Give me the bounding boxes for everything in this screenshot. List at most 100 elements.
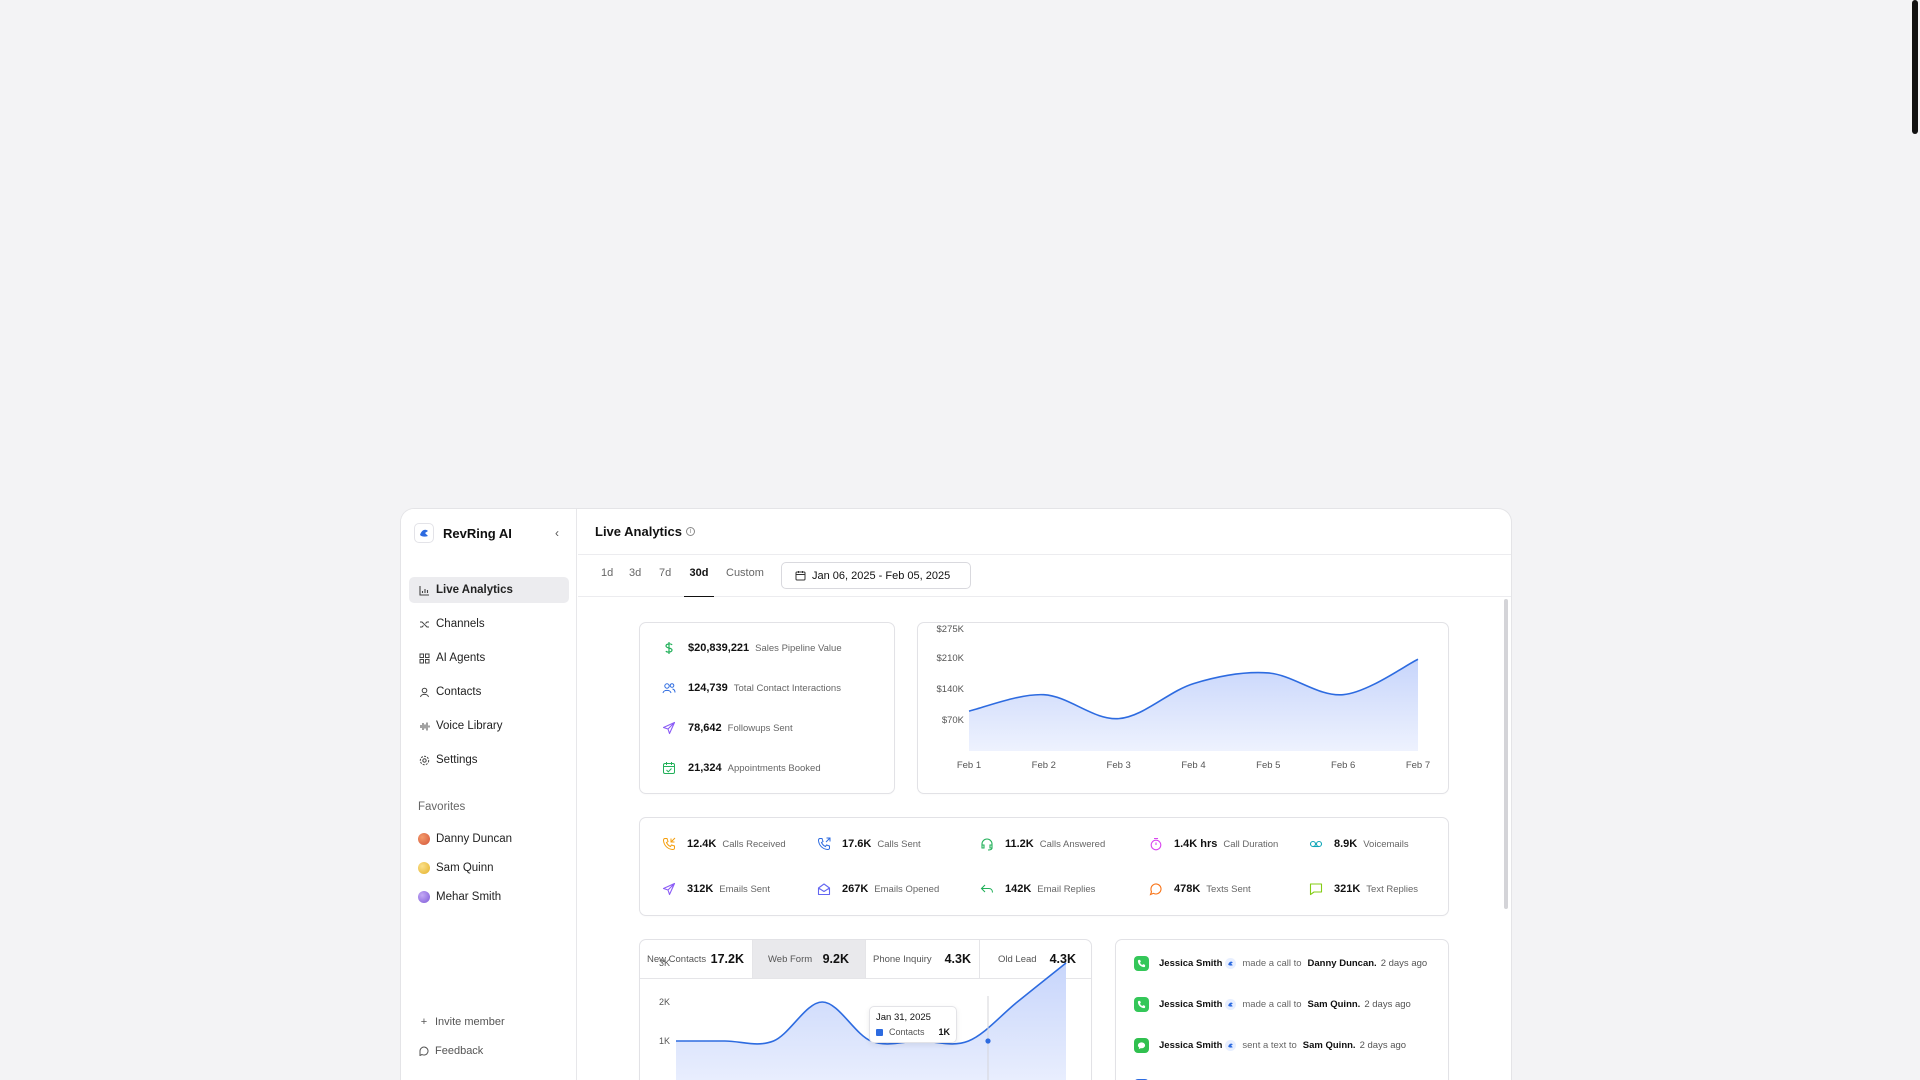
range-tab-1d[interactable]: 1d: [601, 567, 613, 597]
phone-outgoing-icon: [816, 836, 832, 852]
activity-item[interactable]: Jessica Smith sent a text to Sam Quinn. …: [1134, 1036, 1406, 1054]
metric-label: Emails Opened: [874, 883, 940, 895]
kpi-value: 124,739: [688, 682, 728, 694]
sidebar-item-voice-library[interactable]: Voice Library: [409, 713, 569, 739]
range-tab-custom[interactable]: Custom: [726, 567, 764, 597]
range-tab-3d[interactable]: 3d: [629, 567, 641, 597]
chat-bubble-icon: [1148, 881, 1164, 897]
hover-point: [985, 1038, 991, 1044]
chart-tooltip: Jan 31, 2025 Contacts 1K: [869, 1006, 957, 1043]
metric-item: 478K Texts Sent: [1148, 881, 1251, 897]
brand-name: RevRing AI: [443, 525, 512, 541]
content-scrollbar[interactable]: [1504, 599, 1508, 909]
brand-logo-icon: [1225, 1039, 1237, 1051]
sidebar-item-label: AI Agents: [436, 652, 486, 664]
activity-target: Danny Duncan.: [1307, 957, 1377, 969]
info-icon[interactable]: i: [685, 527, 695, 536]
sidebar-nav: Live Analytics Channels AI Agents Contac…: [409, 577, 569, 781]
metric-item: 11.2K Calls Answered: [979, 836, 1105, 852]
kpi-label: Appointments Booked: [727, 762, 821, 774]
sidebar-item-live-analytics[interactable]: Live Analytics: [409, 577, 569, 603]
sidebar-item-label: Voice Library: [436, 720, 503, 732]
metric-item: 142K Email Replies: [979, 881, 1095, 897]
pipeline-area-chart: $70K $140K $210K $275K Feb 1 Feb 2 Feb 3 Feb 4 F…: [937, 624, 1431, 771]
favorite-item[interactable]: Danny Duncan: [418, 829, 512, 849]
activity-item[interactable]: Jessica Smith made a call to Danny Dunca…: [1134, 954, 1427, 972]
feedback-label: Feedback: [435, 1045, 484, 1057]
gear-icon: [418, 754, 430, 766]
kpi-card: $20,839,221 Sales Pipeline Value 124,739…: [639, 622, 895, 794]
brand-logo-icon: [1225, 998, 1237, 1010]
main-panel: Live Analytics i 1d 3d 7d 30d Custom Jan…: [578, 509, 1511, 1080]
actor-name: Jessica Smith: [1159, 957, 1223, 969]
date-range-label: Jan 06, 2025 - Feb 05, 2025: [812, 569, 951, 582]
y-tick-label: $70K: [942, 715, 965, 726]
date-range-picker[interactable]: Jan 06, 2025 - Feb 05, 2025: [781, 562, 971, 589]
plus-icon: +: [420, 1016, 428, 1028]
range-tab-7d[interactable]: 7d: [659, 567, 671, 597]
brand: RevRing AI ‹: [414, 523, 564, 543]
reply-icon: [979, 881, 995, 897]
sidebar-item-label: Settings: [436, 754, 478, 766]
brand-logo-icon: [414, 523, 434, 543]
y-tick-label: 3K: [659, 958, 670, 968]
kpi-row: 124,739 Total Contact Interactions: [661, 680, 841, 696]
area-fill: [969, 659, 1418, 751]
metric-item: 1.4K hrs Call Duration: [1148, 836, 1278, 852]
x-tick-label: Feb 4: [1181, 760, 1205, 771]
metric-value: 321K: [1334, 883, 1361, 895]
metric-item: 321K Text Replies: [1308, 881, 1418, 897]
x-tick-label: Feb 3: [1107, 760, 1131, 771]
sidebar-item-channels[interactable]: Channels: [409, 611, 569, 637]
metric-item: 17.6K Calls Sent: [816, 836, 921, 852]
sidebar-item-ai-agents[interactable]: AI Agents: [409, 645, 569, 671]
activity-verb: made a call to: [1242, 998, 1302, 1010]
favorite-item[interactable]: Sam Quinn: [418, 858, 512, 878]
chevron-left-icon[interactable]: ‹: [550, 526, 564, 540]
sidebar-item-settings[interactable]: Settings: [409, 747, 569, 773]
sidebar-item-contacts[interactable]: Contacts: [409, 679, 569, 705]
x-tick-label: Feb 1: [957, 760, 981, 771]
range-tab-30d[interactable]: 30d: [684, 567, 714, 597]
metric-label: Calls Answered: [1039, 838, 1106, 850]
metric-value: 267K: [842, 883, 869, 895]
kpi-value: 78,642: [688, 722, 722, 734]
y-tick-label: $140K: [937, 684, 965, 695]
kpi-label: Followups Sent: [727, 722, 793, 734]
send-icon: [661, 720, 677, 736]
activity-time: 2 days ago: [1359, 1039, 1407, 1051]
tooltip-value: 1K: [938, 1027, 950, 1037]
invite-member-button[interactable]: + Invite member: [418, 1012, 505, 1032]
feedback-button[interactable]: Feedback: [418, 1041, 505, 1061]
x-tick-label: Feb 5: [1256, 760, 1280, 771]
agents-grid-icon: [418, 652, 430, 664]
sidebar-item-label: Channels: [436, 618, 485, 630]
time-range-bar: 1d 3d 7d 30d Custom Jan 06, 2025 - Feb 0…: [578, 555, 1511, 597]
avatar: [418, 862, 430, 874]
metric-value: 478K: [1174, 883, 1201, 895]
activity-item[interactable]: Jessica Smith made a call to Sam Quinn. …: [1134, 995, 1411, 1013]
metric-value: 17.6K: [842, 838, 872, 850]
kpi-row: 21,324 Appointments Booked: [661, 760, 821, 776]
activity-feed-card: Jessica Smith made a call to Danny Dunca…: [1115, 939, 1449, 1080]
actor-name: Jessica Smith: [1159, 998, 1223, 1010]
kpi-row: 78,642 Followups Sent: [661, 720, 793, 736]
y-tick-label: 1K: [659, 1036, 670, 1046]
kpi-value: $20,839,221: [688, 642, 750, 654]
y-tick-label: $210K: [937, 653, 965, 664]
page-title: Live Analytics: [595, 524, 682, 539]
invite-member-label: Invite member: [435, 1016, 505, 1028]
favorite-item[interactable]: Mehar Smith: [418, 887, 512, 907]
metric-label: Email Replies: [1037, 883, 1096, 895]
x-tick-label: Feb 6: [1331, 760, 1355, 771]
page-header: Live Analytics i: [578, 509, 1511, 555]
page-scrollbar[interactable]: [1908, 0, 1920, 1080]
bar-chart-icon: [418, 584, 430, 596]
page-scrollbar-thumb[interactable]: [1912, 0, 1918, 134]
favorites-heading: Favorites: [418, 801, 466, 813]
favorite-name: Sam Quinn: [436, 862, 494, 874]
brand-logo-icon: [1225, 957, 1237, 969]
kpi-row: $20,839,221 Sales Pipeline Value: [661, 640, 842, 656]
x-tick-label: Feb 7: [1406, 760, 1430, 771]
phone-incoming-icon: [661, 836, 677, 852]
